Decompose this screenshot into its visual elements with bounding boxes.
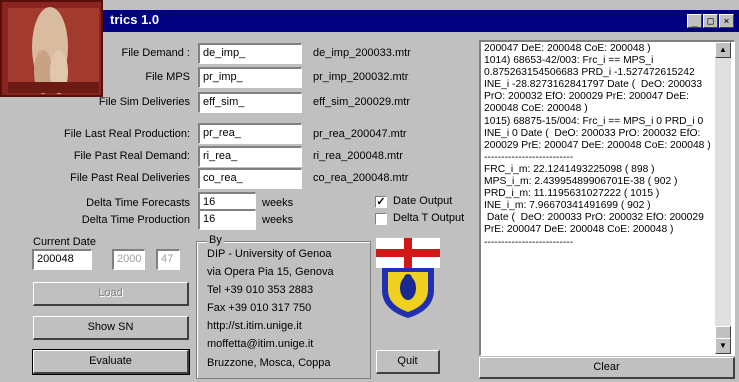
- date-output-checkbox[interactable]: ✓: [375, 196, 387, 208]
- minimize-button[interactable]: _: [687, 14, 702, 28]
- delta-production-input[interactable]: 16: [198, 209, 256, 230]
- maximize-button[interactable]: □: [703, 14, 718, 28]
- output-log[interactable]: 200047 DeE: 200048 CoE: 200048 ) 1014) 6…: [479, 40, 735, 356]
- window-title: trics 1.0: [110, 12, 160, 27]
- current-week-input: 47: [156, 249, 180, 270]
- file-sim-deliveries-output: eff_sim_200029.mtr: [313, 96, 411, 108]
- university-crest-icon: [376, 238, 440, 318]
- load-button[interactable]: Load: [33, 282, 189, 306]
- file-sim-deliveries-input[interactable]: eff_sim_: [198, 92, 302, 113]
- file-demand-output: de_imp_200033.mtr: [313, 47, 411, 59]
- clear-button[interactable]: Clear: [479, 357, 735, 379]
- credits-line: via Opera Pia 15, Genova: [207, 266, 334, 278]
- file-last-real-production-output: pr_rea_200047.mtr: [313, 128, 407, 140]
- evaluate-button[interactable]: Evaluate: [32, 349, 190, 375]
- file-past-real-deliveries-input[interactable]: co_rea_: [198, 168, 302, 189]
- file-past-real-demand-label: File Past Real Demand:: [73, 150, 190, 162]
- quit-button[interactable]: Quit: [376, 350, 440, 374]
- delta-production-label: Delta Time Production: [81, 214, 190, 226]
- date-output-label: Date Output: [393, 195, 453, 207]
- show-sn-button[interactable]: Show SN: [33, 316, 189, 340]
- file-past-real-demand-input[interactable]: ri_rea_: [198, 146, 302, 167]
- credits-line: moffetta@itim.unige.it: [207, 338, 314, 350]
- current-date-input[interactable]: 200048: [32, 249, 92, 270]
- file-sim-deliveries-label: File Sim Deliveries: [98, 96, 190, 108]
- current-year-input: 2000: [112, 249, 145, 270]
- current-date-label: Current Date: [33, 236, 96, 248]
- scroll-up-button[interactable]: ▲: [715, 42, 731, 58]
- file-last-real-production-input[interactable]: pr_rea_: [198, 123, 302, 144]
- delta-forecasts-unit: weeks: [262, 197, 294, 209]
- delta-t-output-label: Delta T Output: [393, 212, 465, 224]
- delta-forecasts-label: Delta Time Forecasts: [86, 197, 190, 209]
- file-past-real-deliveries-output: co_rea_200048.mtr: [313, 172, 409, 184]
- file-mps-input[interactable]: pr_imp_: [198, 67, 302, 88]
- delta-t-output-checkbox[interactable]: [375, 213, 387, 225]
- file-past-real-deliveries-label: File Past Real Deliveries: [70, 172, 190, 184]
- file-mps-output: pr_imp_200032.mtr: [313, 71, 409, 83]
- credits-line: http://st.itim.unige.it: [207, 320, 302, 332]
- file-last-real-production-label: File Last Real Production:: [64, 128, 190, 140]
- credits-line: DIP - University of Genoa: [207, 248, 332, 260]
- delta-production-unit: weeks: [262, 214, 294, 226]
- credits-line: Fax +39 010 317 750: [207, 302, 312, 314]
- file-mps-label: File MPS: [145, 71, 190, 83]
- credits-line: Bruzzone, Mosca, Coppa: [207, 357, 331, 369]
- close-button[interactable]: ×: [719, 14, 734, 28]
- scroll-down-button[interactable]: ▼: [715, 338, 731, 354]
- credits-line: Tel +39 010 353 2883: [207, 284, 314, 296]
- application-window: trics 1.0 _ □ × File Demand : de_imp_ de…: [0, 0, 739, 382]
- output-log-text: 200047 DeE: 200048 CoE: 200048 ) 1014) 6…: [484, 43, 711, 248]
- file-demand-input[interactable]: de_imp_: [198, 43, 302, 64]
- file-demand-label: File Demand :: [121, 47, 190, 59]
- output-log-scrollbar[interactable]: ▲ ▼: [715, 42, 731, 354]
- credits-group-label: By: [207, 234, 224, 246]
- file-past-real-demand-output: ri_rea_200048.mtr: [313, 150, 403, 162]
